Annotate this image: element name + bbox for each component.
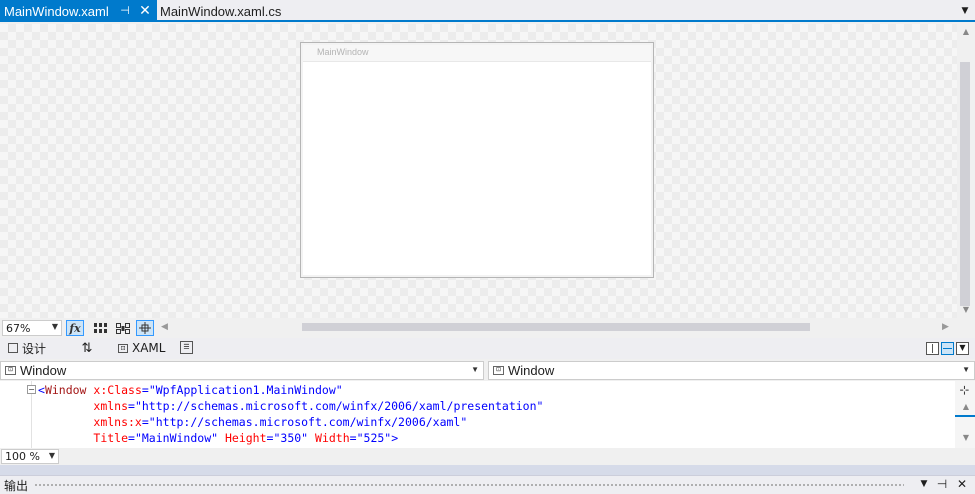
tab-label: MainWindow.xaml: [4, 3, 109, 19]
code-token: >: [391, 431, 399, 445]
element-type-value: Window: [20, 363, 67, 378]
code-token: <: [38, 383, 45, 397]
scroll-right-icon[interactable]: ▶: [942, 322, 952, 334]
close-icon[interactable]: ✕: [955, 477, 969, 491]
design-view-icon: [8, 343, 18, 353]
code-token: "525": [356, 431, 392, 445]
swap-panes-icon[interactable]: ⇅: [78, 339, 96, 357]
scroll-down-icon[interactable]: ▼: [960, 305, 972, 315]
tab-xaml-view[interactable]: ⊡ XAML: [118, 339, 165, 357]
code-token: "WpfApplication1.MainWindow": [148, 383, 343, 397]
popout-xaml-icon[interactable]: ☰: [180, 341, 193, 354]
code-token: =: [349, 431, 357, 445]
collapse-pane-icon[interactable]: ▼: [956, 342, 969, 355]
caret-position-marker: [955, 415, 975, 417]
chevron-down-icon: ▼: [51, 322, 58, 331]
scroll-down-icon[interactable]: ▼: [960, 433, 972, 443]
close-icon[interactable]: ✕: [137, 2, 153, 18]
code-token: xmlns: [93, 399, 129, 413]
code-token: =: [128, 399, 135, 413]
code-line[interactable]: Title="MainWindow" Height="350" Width="5…: [38, 430, 398, 446]
pin-icon[interactable]: ⊣: [118, 3, 132, 17]
scroll-left-icon[interactable]: ◀: [161, 322, 171, 334]
code-token: Window: [44, 383, 87, 397]
snap-to-grid-icon[interactable]: [114, 320, 132, 336]
editor-split-handle-icon[interactable]: ⊹: [957, 383, 972, 397]
design-tab-label: 设计: [22, 341, 47, 356]
scroll-up-icon[interactable]: ▲: [960, 402, 972, 412]
tab-overflow-dropdown-icon[interactable]: ▼: [958, 4, 972, 18]
chevron-down-icon: ▼: [48, 451, 55, 460]
horizontal-split-icon[interactable]: [941, 342, 954, 355]
chevron-down-icon: ▼: [471, 365, 479, 374]
element-icon: ⊡: [493, 366, 504, 375]
output-panel-grip[interactable]: [34, 483, 904, 488]
wpf-window-title: MainWindow: [317, 47, 369, 57]
code-token: "http://schemas.microsoft.com/winfx/2006…: [134, 399, 544, 413]
code-token: =: [128, 431, 135, 445]
code-token: =: [141, 415, 149, 429]
code-line[interactable]: <Window x:Class="WpfApplication1.MainWin…: [38, 382, 343, 398]
element-type-combo[interactable]: ⊡ Window ▼: [0, 361, 484, 380]
output-panel-title: 输出: [4, 479, 29, 493]
code-token: xmlns:x: [93, 415, 142, 429]
snaplines-icon[interactable]: [136, 320, 154, 336]
vertical-split-icon[interactable]: [926, 342, 939, 355]
editor-zoom-combo[interactable]: 100 % ▼: [1, 449, 59, 464]
code-token: "MainWindow": [134, 431, 219, 445]
code-token: x:Class: [93, 383, 142, 397]
xaml-tab-label: XAML: [132, 341, 166, 355]
code-token: Width: [315, 431, 350, 445]
window-position-dropdown-icon[interactable]: ▼: [917, 477, 931, 491]
chevron-down-icon: ▼: [962, 365, 970, 374]
element-member-combo[interactable]: ⊡ Window ▼: [488, 361, 975, 380]
tab-mainwindow-xaml-cs[interactable]: MainWindow.xaml.cs: [160, 0, 340, 22]
code-line[interactable]: xmlns:x="http://schemas.microsoft.com/wi…: [38, 414, 467, 430]
code-token: Height: [224, 431, 267, 445]
code-token: Title: [93, 431, 129, 445]
panel-splitter[interactable]: [0, 465, 975, 475]
editor-zoom-value: 100 %: [5, 450, 40, 463]
xaml-view-icon: ⊡: [118, 343, 128, 353]
pin-icon[interactable]: ⊣: [935, 477, 949, 491]
fx-icon[interactable]: fx: [66, 320, 84, 336]
design-horizontal-scroll-thumb[interactable]: [302, 323, 810, 331]
editor-status-bar: [0, 448, 975, 465]
tab-mainwindow-xaml[interactable]: MainWindow.xaml ⊣ ✕: [0, 0, 157, 22]
code-token: =: [141, 383, 149, 397]
code-token: "http://schemas.microsoft.com/winfx/2006…: [148, 415, 468, 429]
collapse-region-icon[interactable]: −: [27, 385, 36, 394]
code-line[interactable]: xmlns="http://schemas.microsoft.com/winf…: [38, 398, 543, 414]
design-vertical-scroll-thumb[interactable]: [960, 62, 970, 306]
tab-design-view[interactable]: 设计: [8, 339, 46, 357]
element-member-value: Window: [508, 363, 555, 378]
designer-zoom-combo[interactable]: 67% ▼: [2, 320, 62, 336]
tab-label: MainWindow.xaml.cs: [160, 3, 282, 19]
grid-icon[interactable]: [91, 320, 109, 336]
wpf-window-client-area[interactable]: [303, 61, 651, 275]
zoom-value: 67%: [6, 321, 31, 335]
code-token: "350": [273, 431, 309, 445]
element-icon: ⊡: [5, 366, 16, 375]
scroll-up-icon[interactable]: ▲: [960, 27, 972, 37]
